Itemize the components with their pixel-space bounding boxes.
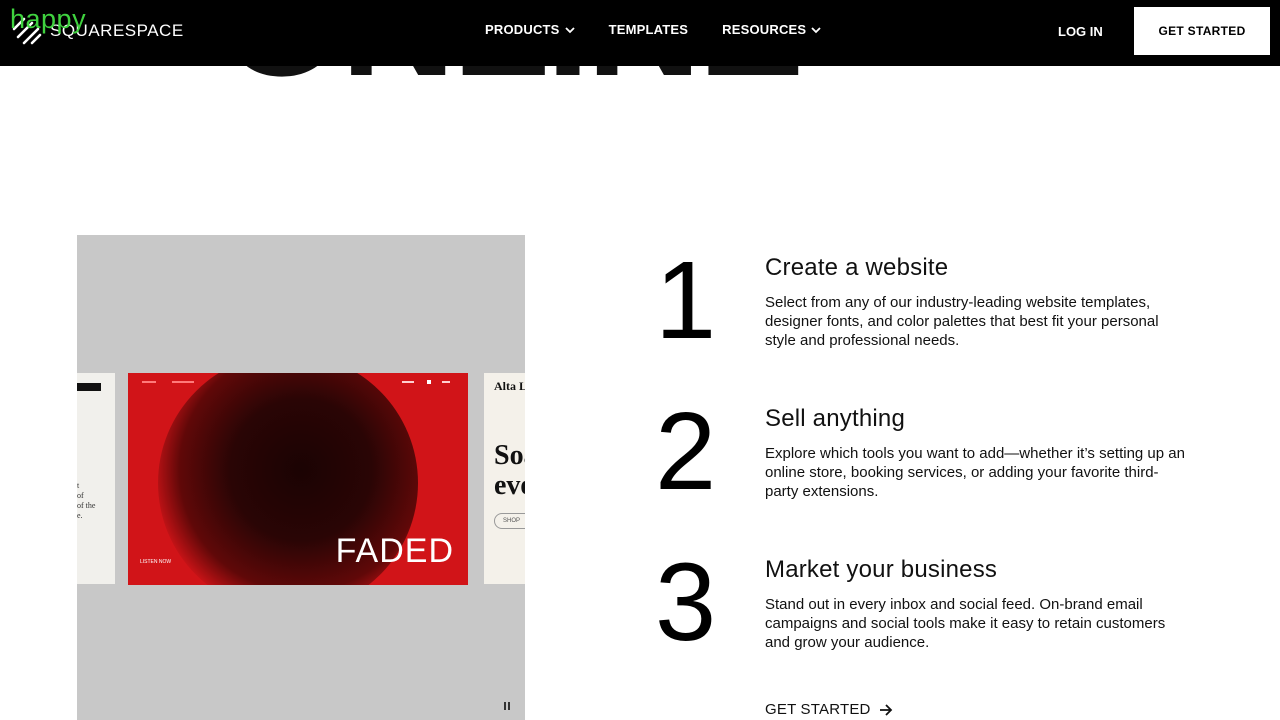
get-started-link-label: GET STARTED bbox=[765, 701, 871, 718]
watermark-text: happy bbox=[10, 4, 87, 34]
template-card-faded[interactable]: LISTEN NOW FADED bbox=[128, 373, 468, 585]
step-description: Select from any of our industry-leading … bbox=[765, 294, 1159, 349]
login-link[interactable]: LOG IN bbox=[1058, 24, 1103, 39]
card-right-button[interactable]: SHOP bbox=[494, 513, 525, 529]
get-started-button[interactable]: GET STARTED bbox=[1134, 7, 1270, 55]
template-card-left[interactable]: t of of the e. bbox=[77, 373, 115, 584]
nav-templates[interactable]: TEMPLATES bbox=[609, 22, 689, 37]
card-left-text: t of of the e. bbox=[77, 481, 96, 520]
nav-products[interactable]: PRODUCTS bbox=[485, 22, 575, 37]
card-right-title: Alta Lo bbox=[494, 379, 525, 393]
step-title: Sell anything bbox=[765, 405, 906, 432]
step-title: Create a website bbox=[765, 254, 949, 281]
card-main-small-text: LISTEN NOW bbox=[140, 559, 172, 565]
chevron-down-icon bbox=[811, 26, 821, 33]
nav-menu: PRODUCTS TEMPLATES RESOURCES bbox=[485, 22, 855, 37]
template-card-right[interactable]: Alta Lo Soa eve SHOP bbox=[484, 373, 525, 584]
chevron-down-icon bbox=[564, 26, 575, 33]
step-title: Market your business bbox=[765, 556, 998, 583]
template-carousel: t of of the e. LISTEN NOW FADED Alta Lo … bbox=[77, 235, 525, 720]
step-number: 2 bbox=[655, 390, 717, 513]
get-started-link[interactable]: GET STARTED bbox=[765, 701, 893, 718]
step-description: Stand out in every inbox and social feed… bbox=[765, 596, 1166, 651]
pause-button[interactable] bbox=[498, 697, 516, 715]
top-nav: SQUARESPACE PRODUCTS TEMPLATES RESOURCES… bbox=[0, 0, 1280, 66]
nav-resources[interactable]: RESOURCES bbox=[722, 22, 821, 37]
card-left-bar bbox=[77, 383, 101, 391]
card-main-title: FADED bbox=[335, 532, 454, 570]
card-right-headline: Soa eve bbox=[494, 440, 525, 501]
nav-resources-label: RESOURCES bbox=[722, 22, 807, 37]
nav-templates-label: TEMPLATES bbox=[608, 22, 689, 37]
pause-icon bbox=[504, 702, 510, 710]
arrow-right-icon bbox=[879, 703, 892, 716]
step-number: 1 bbox=[655, 239, 717, 362]
step-number: 3 bbox=[655, 541, 717, 664]
step-description: Explore which tools you want to add—whet… bbox=[765, 445, 1185, 500]
nav-products-label: PRODUCTS bbox=[485, 22, 560, 37]
